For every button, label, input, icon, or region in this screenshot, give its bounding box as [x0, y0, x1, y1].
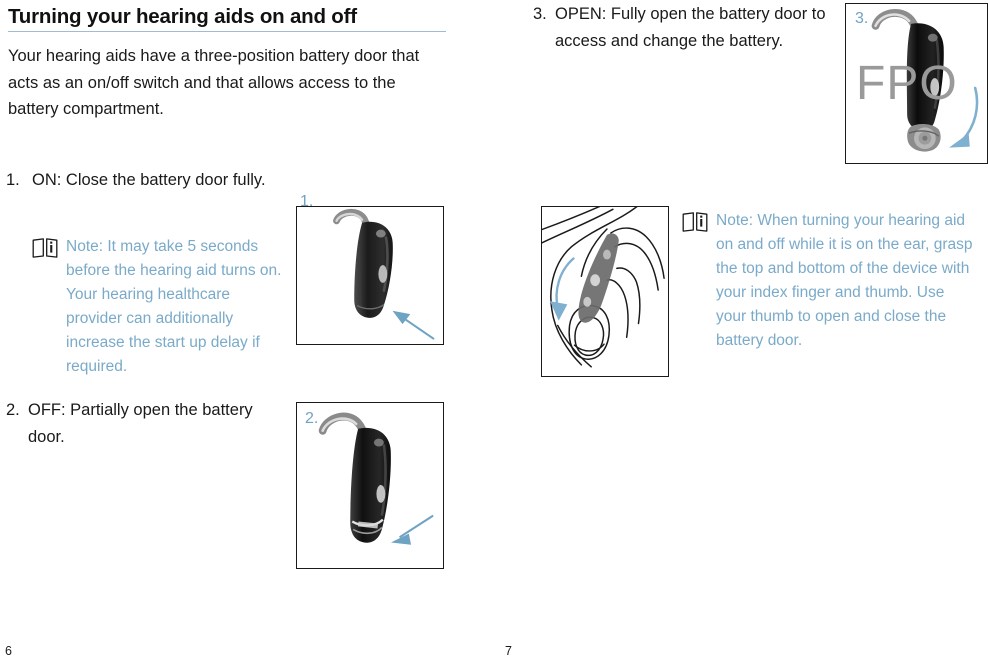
figure-label-2: 2.: [305, 410, 319, 427]
note-text-1: Note: It may take 5 seconds before the h…: [66, 238, 282, 375]
step-item-1: 1. ON: Close the battery door fully.: [6, 167, 294, 194]
page-number-left: 6: [5, 644, 12, 658]
note-block-2: Note: When turning your hearing aid on a…: [682, 209, 984, 353]
figure-ear-grasp-technique: [541, 206, 669, 377]
step-text-1: ON: Close the battery door fully.: [32, 171, 266, 189]
figure-label-3: 3.: [855, 10, 869, 27]
page-number-right: 7: [505, 644, 512, 658]
instructions-for-use-icon: [32, 238, 58, 258]
step-item-2: 2. OFF: Partially open the battery door.: [6, 397, 296, 450]
note-block-1: Note: It may take 5 seconds before the h…: [32, 235, 294, 379]
hearing-aid-partially-open-illustration: [318, 412, 434, 545]
figure-hearing-aid-partially-open: [296, 402, 444, 569]
ear-grasp-line-drawing: [542, 207, 665, 368]
fpo-watermark: FPO: [856, 57, 958, 110]
left-page: Turning your hearing aids on and off You…: [0, 0, 470, 664]
step-text-2: OFF: Partially open the battery door.: [28, 401, 253, 446]
hearing-aid-closed-illustration: [333, 208, 435, 340]
heading-divider: [8, 31, 446, 32]
instructions-for-use-icon: [682, 212, 708, 232]
figure-hearing-aid-closed: [296, 206, 444, 345]
step-text-3: OPEN: Fully open the battery door to acc…: [555, 5, 826, 50]
page-title: Turning your hearing aids on and off: [8, 5, 357, 28]
step-number-3: 3.: [533, 5, 547, 23]
intro-paragraph: Your hearing aids have a three-position …: [8, 47, 420, 118]
step-number-2: 2.: [6, 401, 20, 419]
figure-hearing-aid-fully-open: FPO: [845, 3, 988, 164]
note-text-2: Note: When turning your hearing aid on a…: [716, 212, 973, 349]
figure-label-1: 1.: [300, 193, 314, 210]
step-number-1: 1.: [6, 171, 20, 189]
step-item-3: 3. OPEN: Fully open the battery door to …: [533, 1, 833, 54]
